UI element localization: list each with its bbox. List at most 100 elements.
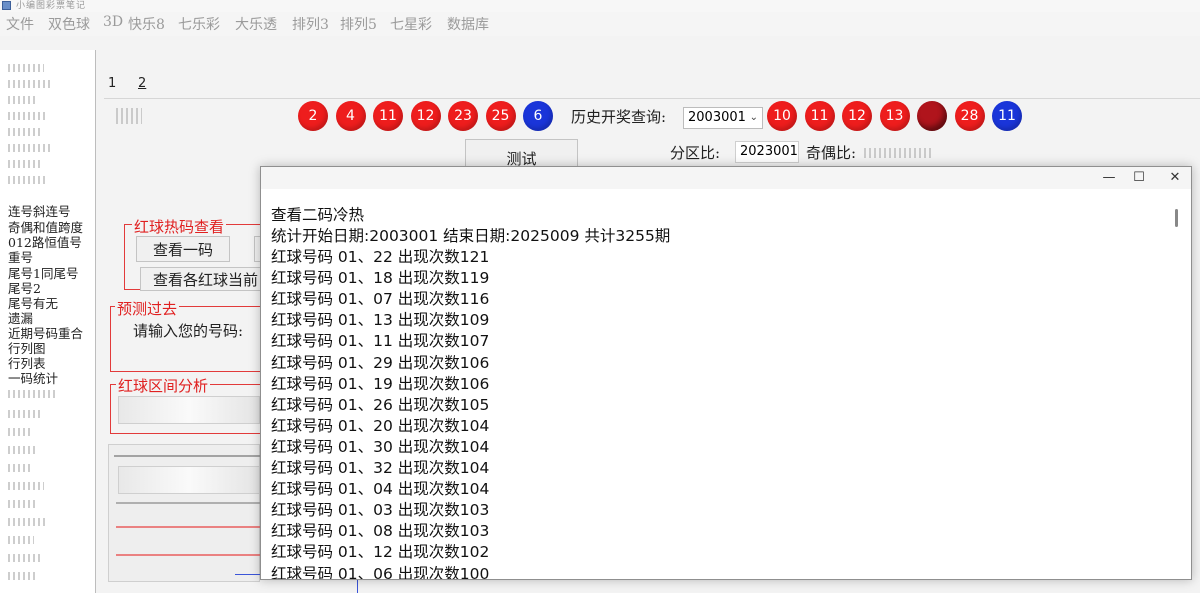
list-blur bbox=[8, 64, 44, 72]
zone-ratio-field[interactable]: 2023001 bbox=[735, 141, 799, 163]
left-function-list[interactable]: 连号斜连号 奇偶和值跨度 012路恒值号 重号 尾号1同尾号 尾号2 尾号有无 … bbox=[0, 50, 96, 593]
latest-draw-ball: 11 bbox=[373, 101, 403, 131]
odd-even-value-blur bbox=[864, 148, 934, 158]
menu-3d[interactable]: 3D bbox=[103, 14, 123, 30]
latest-draw-ball: 6 bbox=[523, 101, 553, 131]
menu-qlc[interactable]: 七乐彩 bbox=[178, 14, 220, 34]
blurred-line bbox=[116, 502, 260, 504]
pair-count-row: 红球号码 01、22 出现次数121 bbox=[271, 248, 490, 266]
list-item[interactable]: 尾号1同尾号 bbox=[8, 266, 78, 281]
interval-input-blur[interactable] bbox=[118, 396, 260, 424]
pair-count-row: 红球号码 01、08 出现次数103 bbox=[271, 522, 490, 541]
menu-pl3[interactable]: 排列3 bbox=[292, 14, 329, 34]
list-blur bbox=[8, 80, 50, 88]
list-item[interactable]: 遗漏 bbox=[8, 311, 33, 326]
latest-draw-ball: 12 bbox=[410, 101, 441, 131]
pair-count-row: 红球号码 01、32 出现次数104 bbox=[271, 459, 490, 477]
scroll-thumb[interactable] bbox=[1175, 209, 1178, 227]
pair-count-row: 红球号码 01、29 出现次数106 bbox=[271, 353, 490, 372]
history-draw-ball: 13 bbox=[879, 101, 910, 131]
list-item[interactable]: 一码统计 bbox=[8, 371, 58, 386]
list-blur bbox=[8, 160, 40, 168]
menu-ssq[interactable]: 双色球 bbox=[48, 14, 90, 34]
list-blur bbox=[8, 176, 46, 184]
popup-title-bar: — ☐ ✕ bbox=[261, 167, 1191, 189]
list-blur bbox=[8, 464, 30, 472]
popup-heading: 查看二码冷热 bbox=[271, 206, 365, 224]
latest-draw-ball: 4 bbox=[335, 101, 366, 131]
menu-dlt[interactable]: 大乐透 bbox=[235, 14, 277, 34]
menu-kl8[interactable]: 快乐8 bbox=[128, 14, 165, 34]
hot-number-group-title: 红球热码查看 bbox=[132, 216, 227, 237]
red-line bbox=[116, 526, 260, 528]
blurred-field bbox=[118, 466, 260, 494]
pair-count-row: 红球号码 01、18 出现次数119 bbox=[271, 269, 490, 288]
menu-qxc[interactable]: 七星彩 bbox=[390, 14, 432, 34]
pair-count-row: 红球号码 01、03 出现次数103 bbox=[271, 501, 490, 520]
history-period-select[interactable]: 2003001 ⌄ bbox=[683, 107, 763, 129]
history-draw-ball: 28 bbox=[954, 101, 985, 131]
list-item[interactable]: 连号斜连号 bbox=[8, 204, 71, 219]
menu-database[interactable]: 数据库 bbox=[447, 14, 489, 34]
menu-pl5[interactable]: 排列5 bbox=[340, 14, 377, 34]
pair-count-row: 红球号码 01、13 出现次数109 bbox=[271, 311, 490, 330]
maximize-button[interactable]: ☐ bbox=[1121, 167, 1157, 189]
blue-line bbox=[357, 580, 358, 593]
predict-group-title: 预测过去 bbox=[115, 298, 180, 319]
list-blur bbox=[8, 410, 42, 418]
list-blur bbox=[8, 446, 38, 454]
popup-scrollbar[interactable] bbox=[1173, 205, 1179, 575]
popup-summary: 统计开始日期:2003001 结束日期:2025009 共计3255期 bbox=[271, 227, 671, 245]
tab-2[interactable]: 2 bbox=[138, 76, 146, 91]
list-item[interactable]: 尾号有无 bbox=[8, 296, 58, 311]
list-item[interactable]: 近期号码重合 bbox=[8, 326, 83, 341]
interval-analysis-group-title: 红球区间分析 bbox=[116, 375, 211, 396]
app-icon bbox=[2, 1, 11, 10]
chevron-down-icon: ⌄ bbox=[749, 112, 758, 123]
list-item[interactable]: 尾号2 bbox=[8, 281, 41, 296]
list-blur bbox=[8, 500, 36, 508]
menu-file[interactable]: 文件 bbox=[6, 14, 34, 34]
popup-text-area[interactable]: 查看二码冷热 统计开始日期:2003001 结束日期:2025009 共计325… bbox=[263, 199, 1173, 579]
zone-ratio-value: 2023001 bbox=[740, 144, 798, 159]
blurred-line bbox=[114, 455, 260, 457]
odd-even-label: 奇偶比: bbox=[806, 144, 857, 162]
view-one-code-button[interactable]: 查看一码 bbox=[136, 236, 230, 262]
tab-1[interactable]: 1 bbox=[108, 76, 116, 91]
list-item[interactable]: 行列图 bbox=[8, 341, 46, 356]
list-item[interactable]: 重号 bbox=[8, 250, 33, 265]
list-blur bbox=[8, 536, 34, 544]
list-blur bbox=[8, 144, 52, 152]
list-item[interactable]: 奇偶和值跨度 bbox=[8, 220, 83, 235]
blurred-text bbox=[116, 108, 142, 124]
two-code-hot-cold-window: — ☐ ✕ 查看二码冷热 统计开始日期:2003001 结束日期:2025009… bbox=[260, 166, 1192, 580]
title-bar: 小编图彩票笔记 bbox=[0, 0, 1200, 12]
history-draw-ball: 11 bbox=[804, 101, 835, 131]
history-draw-ball: 10 bbox=[767, 101, 797, 131]
latest-draw-ball: 2 bbox=[298, 101, 328, 131]
list-blur bbox=[8, 428, 32, 436]
pair-count-row: 红球号码 01、12 出现次数102 bbox=[271, 543, 490, 562]
tab-divider bbox=[104, 98, 1200, 99]
history-draw-ball: 12 bbox=[842, 101, 872, 131]
view-current-red-button[interactable]: 查看各红球当前 bbox=[140, 267, 264, 291]
list-blur bbox=[8, 112, 48, 120]
menu-bar: 文件 双色球 3D 快乐8 七乐彩 大乐透 排列3 排列5 七星彩 数据库 bbox=[0, 12, 1200, 36]
history-query-label: 历史开奖查询: bbox=[571, 108, 667, 126]
list-item[interactable]: 行列表 bbox=[8, 356, 46, 371]
list-blur bbox=[8, 572, 36, 580]
pair-count-row: 红球号码 01、26 出现次数105 bbox=[271, 395, 490, 414]
history-draw-ball: 11 bbox=[992, 101, 1022, 131]
close-button[interactable]: ✕ bbox=[1157, 167, 1193, 189]
list-blur bbox=[8, 554, 40, 562]
pair-count-row: 红球号码 01、11 出现次数107 bbox=[271, 332, 490, 351]
pair-count-row: 红球号码 01、20 出现次数104 bbox=[271, 416, 490, 435]
pair-count-row: 红球号码 01、04 出现次数104 bbox=[271, 480, 490, 499]
list-item[interactable]: 012路恒值号 bbox=[8, 235, 82, 250]
list-blur bbox=[8, 128, 42, 136]
pair-count-row: 红球号码 01、06 出现次数100 bbox=[271, 564, 490, 580]
pair-count-row: 红球号码 01、07 出现次数116 bbox=[271, 290, 490, 309]
latest-draw-ball: 25 bbox=[485, 101, 516, 131]
list-blur bbox=[8, 482, 44, 490]
pair-count-row: 红球号码 01、30 出现次数104 bbox=[271, 437, 490, 456]
